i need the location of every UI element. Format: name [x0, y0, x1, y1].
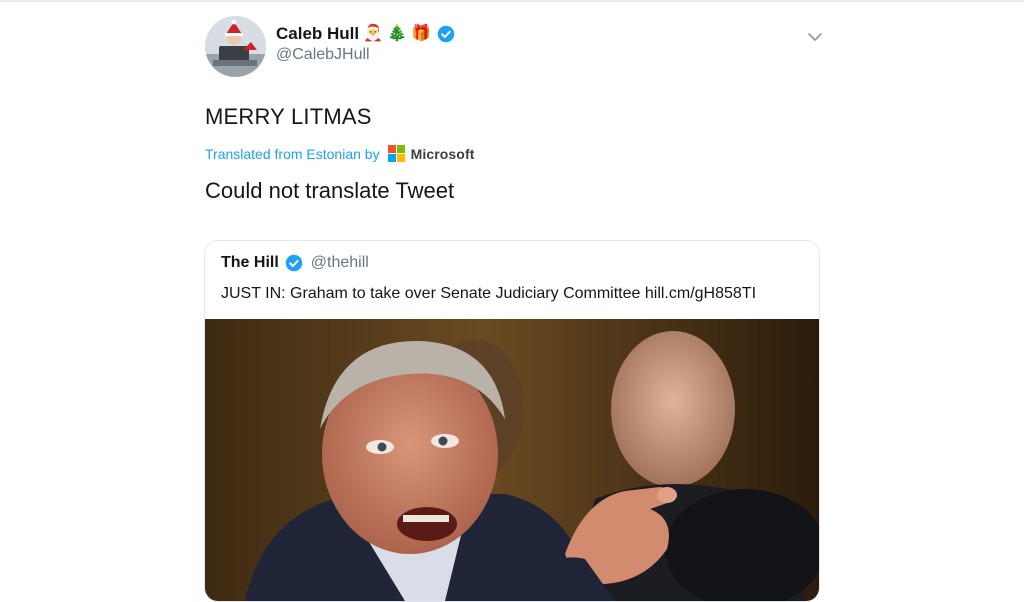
gift-emoji: 🎁: [410, 25, 431, 42]
quoted-author-handle: @thehill: [310, 254, 369, 271]
author-avatar[interactable]: [205, 16, 266, 77]
christmas-tree-emoji: 🎄: [387, 25, 407, 42]
top-divider: [0, 0, 1024, 2]
translation-provider: Microsoft: [410, 145, 475, 162]
translation-result: Could not translate Tweet: [205, 178, 455, 203]
author-name-text: Caleb Hull: [276, 24, 360, 43]
microsoft-logo-icon: [387, 145, 405, 162]
author-display-name[interactable]: Caleb Hull 🎅 🎄 🎁: [276, 24, 455, 44]
santa-emoji: 🎅: [363, 25, 384, 42]
verified-badge-icon: [285, 254, 303, 272]
translation-attribution[interactable]: Translated from Estonian by Microsoft: [205, 145, 474, 162]
quoted-tweet-header: The Hill @thehill: [221, 254, 369, 272]
quoted-tweet-photo[interactable]: [205, 319, 819, 601]
quoted-tweet-card[interactable]: The Hill @thehill JUST IN: Graham to tak…: [204, 240, 820, 602]
quoted-tweet-text: JUST IN: Graham to take over Senate Judi…: [221, 285, 757, 302]
quoted-author-name: The Hill: [221, 254, 279, 271]
tweet-text: MERRY LITMAS: [205, 104, 372, 129]
verified-badge-icon: [437, 25, 455, 43]
chevron-down-icon[interactable]: [806, 28, 824, 46]
author-handle[interactable]: @CalebJHull: [276, 46, 370, 64]
translation-label[interactable]: Translated from Estonian by: [205, 146, 380, 162]
